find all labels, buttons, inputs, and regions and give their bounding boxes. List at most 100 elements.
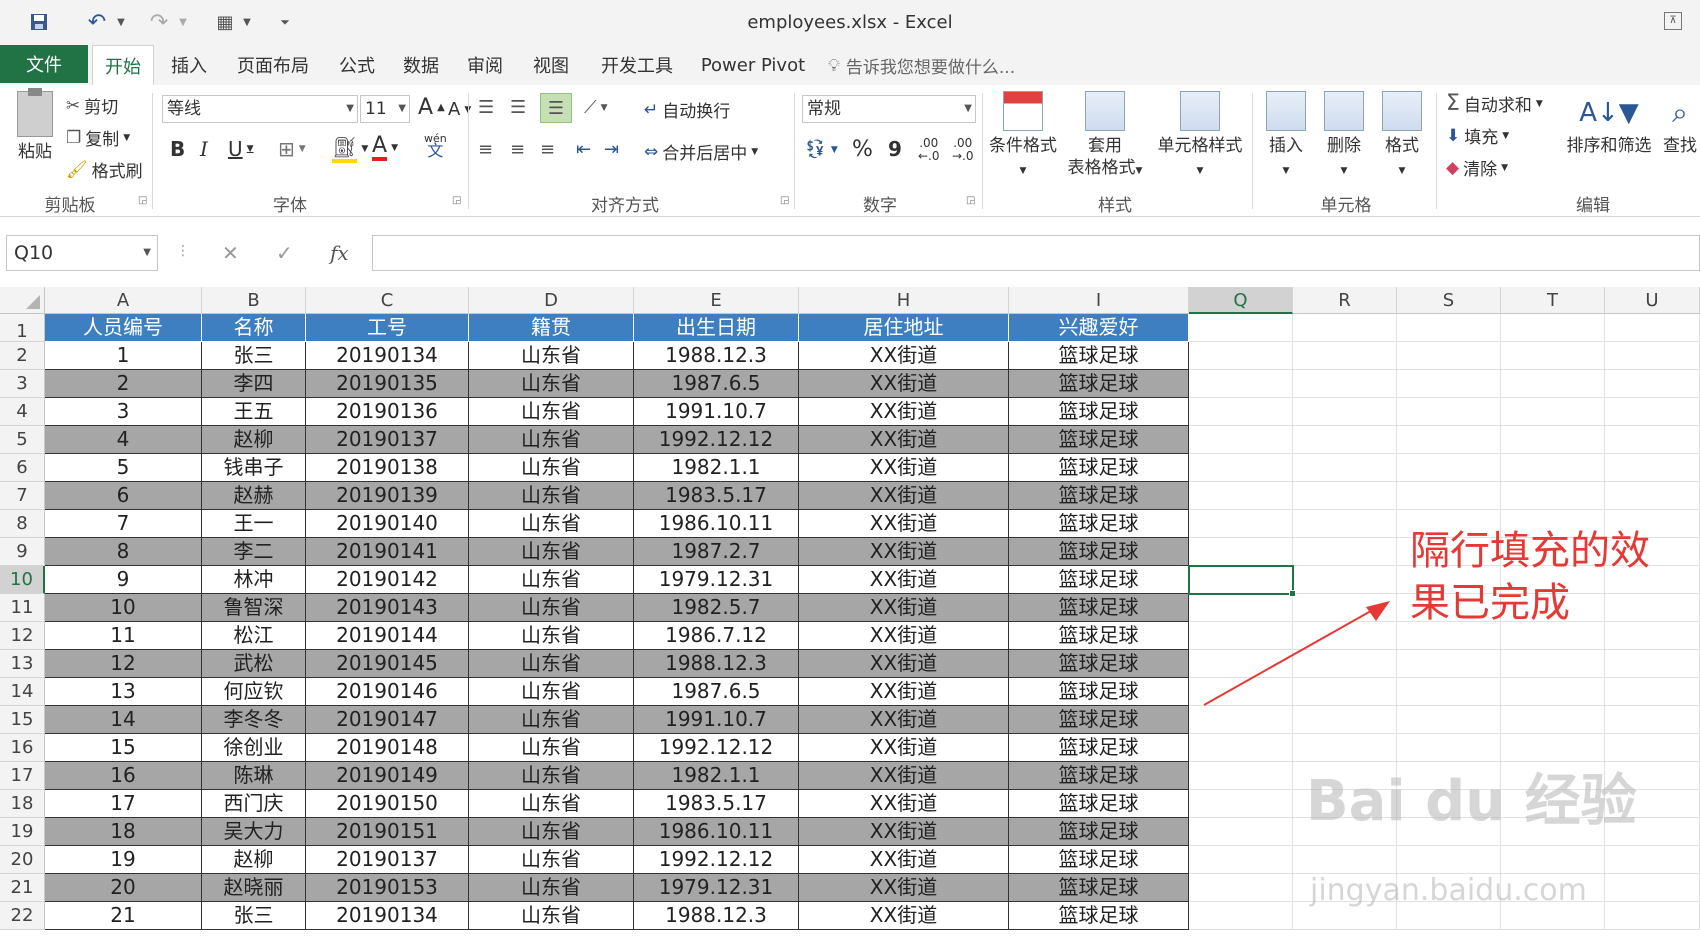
merge-center-button[interactable]: ⇔ 合并后居中 ▼ bbox=[644, 139, 758, 165]
table-cell[interactable]: 1988.12.3 bbox=[634, 650, 799, 678]
table-cell[interactable]: XX街道 bbox=[799, 678, 1009, 706]
table-cell[interactable]: 20190136 bbox=[306, 398, 469, 426]
wrap-text-button[interactable]: ↵ 自动换行 bbox=[644, 97, 730, 123]
table-header-cell[interactable]: 人员编号 bbox=[45, 314, 202, 342]
font-name-select[interactable]: 等线 ▼ bbox=[162, 95, 358, 123]
table-cell[interactable]: 篮球足球 bbox=[1009, 482, 1189, 510]
row-header-14[interactable]: 14 bbox=[0, 678, 45, 706]
table-cell[interactable]: 赵晓丽 bbox=[202, 874, 306, 902]
number-format-select[interactable]: 常规 ▼ bbox=[802, 95, 976, 123]
decrease-indent-button[interactable]: ⇤ bbox=[576, 139, 591, 160]
table-cell[interactable]: 20190141 bbox=[306, 538, 469, 566]
table-header-cell[interactable]: 名称 bbox=[202, 314, 306, 342]
table-cell[interactable]: 山东省 bbox=[469, 846, 634, 874]
table-cell[interactable]: 何应钦 bbox=[202, 678, 306, 706]
table-cell[interactable]: 1992.12.12 bbox=[634, 426, 799, 454]
increase-decimal-button[interactable]: .00 ←.0 bbox=[918, 137, 940, 163]
table-cell[interactable]: 篮球足球 bbox=[1009, 762, 1189, 790]
tab-home[interactable]: 开始 bbox=[92, 45, 154, 85]
align-right-button[interactable]: ≡ bbox=[540, 139, 555, 160]
table-cell[interactable]: 20190151 bbox=[306, 818, 469, 846]
table-cell[interactable]: 篮球足球 bbox=[1009, 734, 1189, 762]
table-cell[interactable]: 1986.10.11 bbox=[634, 818, 799, 846]
table-cell[interactable]: 11 bbox=[45, 622, 202, 650]
ribbon-display-options-icon[interactable]: ⊼ bbox=[1664, 12, 1682, 30]
table-cell[interactable]: 13 bbox=[45, 678, 202, 706]
phonetic-button[interactable]: wén 文 bbox=[424, 133, 447, 159]
bold-button[interactable]: B bbox=[170, 137, 185, 161]
table-cell[interactable]: 篮球足球 bbox=[1009, 510, 1189, 538]
table-cell[interactable]: 1986.10.11 bbox=[634, 510, 799, 538]
sort-filter-button[interactable]: A↓▼ 排序和筛选 bbox=[1560, 91, 1658, 157]
table-cell[interactable]: 1982.1.1 bbox=[634, 762, 799, 790]
row-header-17[interactable]: 17 bbox=[0, 762, 45, 790]
column-header-b[interactable]: B bbox=[202, 287, 306, 314]
table-cell[interactable]: 山东省 bbox=[469, 594, 634, 622]
table-cell[interactable]: XX街道 bbox=[799, 566, 1009, 594]
align-left-button[interactable]: ≡ bbox=[478, 139, 493, 160]
table-cell[interactable]: 20190142 bbox=[306, 566, 469, 594]
accounting-format-button[interactable]: 💱︎ ▼ bbox=[804, 139, 838, 160]
align-bottom-button[interactable]: ☰ bbox=[540, 93, 572, 123]
table-cell[interactable]: XX街道 bbox=[799, 790, 1009, 818]
row-header-4[interactable]: 4 bbox=[0, 398, 45, 426]
row-header-5[interactable]: 5 bbox=[0, 426, 45, 454]
format-painter-button[interactable]: 🖌︎ 格式刷 bbox=[66, 157, 143, 183]
decrease-decimal-button[interactable]: .00 →.0 bbox=[952, 137, 974, 163]
table-cell[interactable]: 1992.12.12 bbox=[634, 734, 799, 762]
table-cell[interactable]: 陈琳 bbox=[202, 762, 306, 790]
table-cell[interactable]: 山东省 bbox=[469, 398, 634, 426]
table-cell[interactable]: 篮球足球 bbox=[1009, 454, 1189, 482]
table-cell[interactable]: 篮球足球 bbox=[1009, 650, 1189, 678]
table-cell[interactable]: XX街道 bbox=[799, 370, 1009, 398]
clipboard-launcher-icon[interactable]: ◲ bbox=[138, 195, 147, 206]
table-cell[interactable]: 1983.5.17 bbox=[634, 482, 799, 510]
row-header-13[interactable]: 13 bbox=[0, 650, 45, 678]
table-cell[interactable]: 李二 bbox=[202, 538, 306, 566]
name-box[interactable]: Q10 ▼ bbox=[6, 235, 158, 271]
underline-button[interactable]: U ▼ bbox=[228, 137, 254, 161]
table-cell[interactable]: 篮球足球 bbox=[1009, 370, 1189, 398]
find-select-button[interactable]: ⌕ 查找 bbox=[1660, 91, 1700, 157]
row-header-16[interactable]: 16 bbox=[0, 734, 45, 762]
row-header-7[interactable]: 7 bbox=[0, 482, 45, 510]
font-size-select[interactable]: 11 ▼ bbox=[360, 95, 410, 123]
autosum-button[interactable]: Σ 自动求和 ▼ bbox=[1446, 91, 1543, 116]
row-header-22[interactable]: 22 bbox=[0, 902, 45, 930]
tab-view[interactable]: 视图 bbox=[526, 45, 576, 85]
column-header-u[interactable]: U bbox=[1605, 287, 1700, 314]
increase-indent-button[interactable]: ⇥ bbox=[604, 139, 619, 160]
table-cell[interactable]: 7 bbox=[45, 510, 202, 538]
table-cell[interactable]: 1 bbox=[45, 342, 202, 370]
table-cell[interactable]: 20190137 bbox=[306, 426, 469, 454]
table-cell[interactable]: 1979.12.31 bbox=[634, 874, 799, 902]
row-header-9[interactable]: 9 bbox=[0, 538, 45, 566]
formula-input[interactable] bbox=[372, 235, 1700, 271]
table-cell[interactable]: 17 bbox=[45, 790, 202, 818]
table-cell[interactable]: 钱串子 bbox=[202, 454, 306, 482]
row-header-1[interactable]: 1 bbox=[0, 314, 45, 342]
table-cell[interactable]: 篮球足球 bbox=[1009, 874, 1189, 902]
table-cell[interactable]: 张三 bbox=[202, 902, 306, 930]
table-cell[interactable]: 14 bbox=[45, 706, 202, 734]
table-cell[interactable]: 20190147 bbox=[306, 706, 469, 734]
table-cell[interactable]: 林冲 bbox=[202, 566, 306, 594]
table-cell[interactable]: 1991.10.7 bbox=[634, 706, 799, 734]
percent-button[interactable]: % bbox=[852, 137, 873, 162]
cancel-icon[interactable]: ✕ bbox=[222, 241, 239, 265]
row-header-3[interactable]: 3 bbox=[0, 370, 45, 398]
enter-icon[interactable]: ✓ bbox=[276, 241, 293, 265]
table-cell[interactable]: XX街道 bbox=[799, 454, 1009, 482]
grow-font-button[interactable]: A ▲ bbox=[418, 95, 445, 120]
tab-formulas[interactable]: 公式 bbox=[332, 45, 382, 85]
table-cell[interactable]: 赵柳 bbox=[202, 426, 306, 454]
table-cell[interactable]: 张三 bbox=[202, 342, 306, 370]
table-cell[interactable]: 1982.1.1 bbox=[634, 454, 799, 482]
table-cell[interactable]: XX街道 bbox=[799, 426, 1009, 454]
row-header-2[interactable]: 2 bbox=[0, 342, 45, 370]
table-cell[interactable]: 山东省 bbox=[469, 342, 634, 370]
table-cell[interactable]: XX街道 bbox=[799, 594, 1009, 622]
table-cell[interactable]: 西门庆 bbox=[202, 790, 306, 818]
table-cell[interactable]: XX街道 bbox=[799, 398, 1009, 426]
fill-color-button[interactable]: ⛽︎ ▼ bbox=[332, 135, 368, 163]
